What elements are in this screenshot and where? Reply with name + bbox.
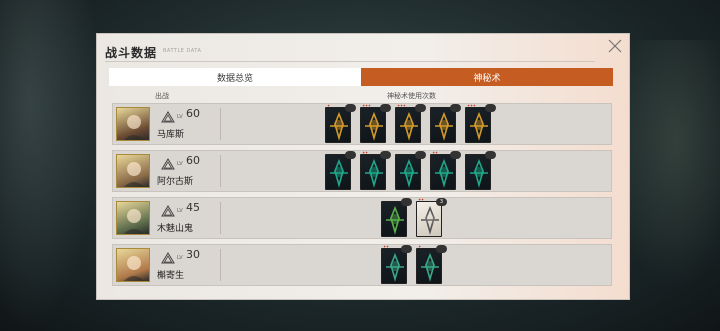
arcana-card-list: ✦✦ ✦✦ xyxy=(325,150,496,190)
character-portrait[interactable] xyxy=(116,154,150,188)
use-count-badge xyxy=(345,104,356,112)
level-value: 45 xyxy=(186,201,200,214)
use-count-badge xyxy=(415,151,426,159)
level-value: 60 xyxy=(186,154,200,167)
arcana-art-icon xyxy=(435,158,453,188)
character-portrait[interactable] xyxy=(116,248,150,282)
character-row: LV 30 槲寄生 ✦✦ ✦ xyxy=(112,244,612,286)
arcana-art-icon xyxy=(365,111,383,141)
arcana-card-list: ✦✦ ✦ xyxy=(381,244,447,284)
arcana-card[interactable]: ✦✦✦ xyxy=(465,103,496,143)
rank-icon xyxy=(161,249,175,264)
arcana-card[interactable]: ✦ xyxy=(325,103,356,143)
arcana-art-icon xyxy=(470,158,488,188)
tab-arcana[interactable]: 神秘术 xyxy=(361,68,613,86)
arcana-art-icon xyxy=(386,205,404,235)
arcana-stars: ✦✦ xyxy=(383,244,389,249)
arcana-card-list: ✦ ✦✦✦ ✦✦✦ ✦✦✦ xyxy=(325,103,496,143)
panel-subtitle: BATTLE DATA xyxy=(163,48,202,54)
arcana-stars: ✦✦✦ xyxy=(397,103,406,108)
close-icon xyxy=(608,39,622,53)
row-divider xyxy=(220,155,221,187)
arcana-stars: ✦✦✦ xyxy=(467,103,476,108)
level-value: 60 xyxy=(186,107,200,120)
arcana-art-icon xyxy=(400,111,418,141)
use-count-badge xyxy=(450,151,461,159)
use-count-badge xyxy=(450,104,461,112)
arcana-art-icon xyxy=(330,158,348,188)
arcana-card[interactable] xyxy=(465,151,496,190)
level-label: LV xyxy=(177,208,183,214)
use-count-badge xyxy=(485,151,496,159)
battle-data-panel: 战斗数据 BATTLE DATA 数据总览 神秘术 出战 神秘术使用次数 LV 6… xyxy=(96,33,630,300)
use-count-badge xyxy=(436,245,447,253)
use-count-badge xyxy=(345,151,356,159)
rank-icon xyxy=(161,108,175,123)
use-count-badge xyxy=(415,104,426,112)
row-divider xyxy=(220,202,221,234)
character-portrait[interactable] xyxy=(116,201,150,235)
title-divider xyxy=(105,61,595,62)
arcana-stars: ✦ xyxy=(327,103,330,108)
character-name: 阿尔古斯 xyxy=(157,177,194,187)
column-header-deployed: 出战 xyxy=(155,92,169,100)
arcana-art-icon xyxy=(421,252,439,282)
character-name: 木魅山鬼 xyxy=(157,224,194,234)
arcana-stars: ✦✦ xyxy=(362,150,368,155)
level-label: LV xyxy=(177,161,183,167)
arcana-art-icon xyxy=(470,111,488,141)
arcana-stars: ✦✦✦ xyxy=(362,103,371,108)
level-value: 30 xyxy=(186,248,200,261)
use-count-badge xyxy=(380,104,391,112)
arcana-card[interactable] xyxy=(430,104,461,143)
character-name: 马库斯 xyxy=(157,130,185,140)
use-count-badge: 3 xyxy=(436,198,447,206)
level-label: LV xyxy=(177,255,183,261)
arcana-card[interactable]: ✦✦ 3 xyxy=(416,197,447,237)
rank-icon xyxy=(161,155,175,170)
arcana-card[interactable] xyxy=(381,198,412,237)
arcana-card[interactable]: ✦✦ xyxy=(430,150,461,190)
character-row: LV 45 木魅山鬼 ✦✦ 3 xyxy=(112,197,612,239)
rank-icon xyxy=(161,202,175,217)
arcana-card[interactable]: ✦✦ xyxy=(360,150,391,190)
level-label: LV xyxy=(177,114,183,120)
arcana-card[interactable]: ✦✦✦ xyxy=(360,103,391,143)
row-divider xyxy=(220,108,221,140)
column-header-arcana-count: 神秘术使用次数 xyxy=(387,92,436,100)
background-figure-left xyxy=(0,0,100,331)
use-count-badge xyxy=(401,198,412,206)
arcana-card[interactable]: ✦✦ xyxy=(381,244,412,284)
use-count-badge xyxy=(485,104,496,112)
panel-title: 战斗数据 xyxy=(105,46,158,60)
character-portrait[interactable] xyxy=(116,107,150,141)
arcana-art-icon xyxy=(330,111,348,141)
arcana-card-list: ✦✦ 3 xyxy=(381,197,447,237)
arcana-art-icon xyxy=(386,252,404,282)
character-name: 槲寄生 xyxy=(157,271,185,281)
row-divider xyxy=(220,249,221,281)
arcana-art-icon xyxy=(400,158,418,188)
arcana-card[interactable] xyxy=(325,151,356,190)
character-row: LV 60 马库斯 ✦ ✦✦✦ ✦✦✦ ✦✦✦ xyxy=(112,103,612,145)
arcana-art-icon xyxy=(365,158,383,188)
arcana-card[interactable] xyxy=(395,151,426,190)
arcana-stars: ✦✦ xyxy=(432,150,438,155)
character-row: LV 60 阿尔古斯 ✦✦ ✦✦ xyxy=(112,150,612,192)
arcana-card[interactable]: ✦✦✦ xyxy=(395,103,426,143)
arcana-art-icon xyxy=(421,205,439,235)
arcana-stars: ✦✦ xyxy=(418,197,424,202)
arcana-stars: ✦ xyxy=(418,244,421,249)
arcana-card[interactable]: ✦ xyxy=(416,244,447,284)
use-count-badge xyxy=(401,245,412,253)
tab-bar: 数据总览 神秘术 xyxy=(109,68,613,86)
use-count-badge xyxy=(380,151,391,159)
tab-data-overview[interactable]: 数据总览 xyxy=(109,68,361,86)
close-button[interactable] xyxy=(607,38,623,54)
arcana-art-icon xyxy=(435,111,453,141)
